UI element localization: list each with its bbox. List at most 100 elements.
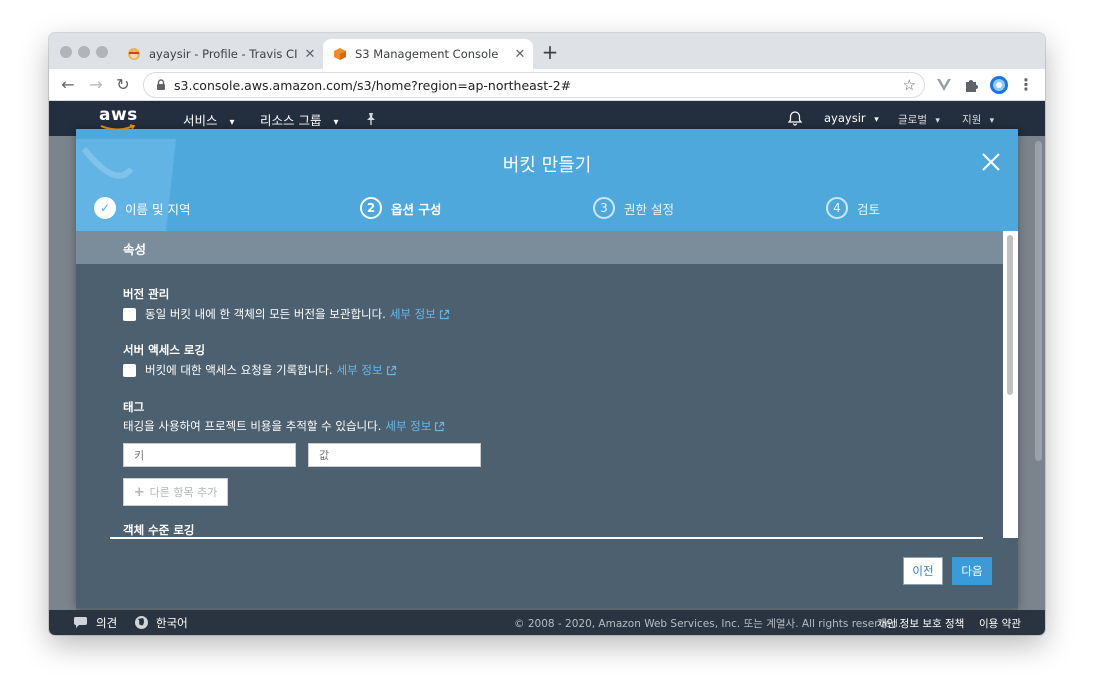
- versioning-checkbox[interactable]: [123, 307, 136, 321]
- step-name-region[interactable]: ✓ 이름 및 지역: [94, 197, 190, 219]
- chevron-down-icon: ▾: [935, 116, 940, 126]
- resource-groups-label: 리소스 그룹: [260, 113, 322, 128]
- aws-cube-favicon-icon: [334, 48, 346, 60]
- step-configure-options[interactable]: 2 옵션 구성: [360, 197, 441, 219]
- close-icon[interactable]: ✕: [301, 47, 319, 62]
- close-window-button[interactable]: [60, 46, 72, 58]
- access-logging-details-link[interactable]: 세부 정보: [337, 362, 383, 378]
- tags-description-row: 태깅을 사용하여 프로젝트 비용을 추적할 수 있습니다. 세부 정보: [123, 418, 445, 434]
- profile-avatar-icon[interactable]: [989, 75, 1009, 95]
- tab-travis[interactable]: ayaysir - Profile - Travis CI ✕: [117, 39, 323, 69]
- vue-devtools-icon[interactable]: [934, 75, 954, 95]
- step-label: 이름 및 지역: [125, 201, 191, 217]
- chevron-down-icon: ▾: [874, 115, 879, 125]
- aws-logo-text: aws: [99, 105, 138, 125]
- tag-value-input[interactable]: [308, 443, 481, 467]
- modal-title: 버킷 만들기: [502, 155, 592, 176]
- travis-favicon-icon: [128, 48, 140, 60]
- external-link-icon: [386, 365, 396, 375]
- account-menu[interactable]: ayaysir ▾: [824, 111, 879, 125]
- access-logging-label: 서버 액세스 로깅: [123, 343, 206, 357]
- chevron-down-icon: ▾: [229, 117, 235, 128]
- modal-scrollbar[interactable]: [1003, 231, 1018, 538]
- step-number: 2: [360, 197, 382, 219]
- scrollbar-thumb[interactable]: [1007, 235, 1013, 395]
- page-overlay-left: [49, 136, 76, 610]
- region-menu[interactable]: 글로벌 ▾: [898, 112, 940, 127]
- chevron-down-icon: ▾: [989, 116, 995, 126]
- notification-bell-icon[interactable]: [787, 110, 803, 127]
- properties-section-header[interactable]: 속성: [76, 231, 1003, 264]
- step-review[interactable]: 4 검토: [826, 197, 880, 219]
- chevron-down-icon: ▾: [333, 117, 339, 128]
- support-menu[interactable]: 지원 ▾: [962, 112, 994, 127]
- address-bar[interactable]: s3.console.aws.amazon.com/s3/home?region…: [143, 72, 925, 98]
- language-selector[interactable]: 한국어: [156, 615, 188, 631]
- access-logging-row: 버킷에 대한 액세스 요청을 기록합니다. 세부 정보: [123, 362, 397, 378]
- add-tag-label: 다른 항목 추가: [149, 486, 218, 499]
- minimize-window-button[interactable]: [78, 46, 90, 58]
- external-link-icon: [435, 421, 445, 431]
- tags-label: 태그: [123, 400, 145, 414]
- tab-title: S3 Management Console: [355, 47, 499, 61]
- external-link-icon: [439, 309, 449, 319]
- tab-title: ayaysir - Profile - Travis CI: [149, 47, 298, 61]
- access-logging-checkbox[interactable]: [123, 363, 136, 377]
- bookmark-star-icon[interactable]: ☆: [903, 76, 916, 94]
- services-menu[interactable]: 서비스 ▾: [183, 110, 235, 129]
- tab-strip: ayaysir - Profile - Travis CI ✕ S3 Manag…: [49, 33, 1045, 69]
- account-label: ayaysir: [824, 111, 866, 125]
- region-label: 글로벌: [898, 114, 927, 126]
- step-number: 3: [593, 197, 615, 219]
- previous-button[interactable]: 이전: [903, 557, 943, 585]
- feedback-link[interactable]: 의견: [96, 615, 117, 631]
- new-tab-button[interactable]: +: [539, 42, 561, 64]
- console-footer: 의견 한국어 © 2008 - 2020, Amazon Web Service…: [49, 610, 1045, 635]
- next-button[interactable]: 다음: [952, 557, 992, 585]
- check-icon: ✓: [94, 197, 116, 219]
- step-number: 4: [826, 197, 848, 219]
- plus-icon: +: [133, 484, 145, 500]
- close-icon[interactable]: [980, 151, 1002, 173]
- copyright-text: © 2008 - 2020, Amazon Web Services, Inc.…: [514, 618, 902, 630]
- lock-icon: [157, 79, 165, 90]
- versioning-row: 동일 버킷 내에 한 객체의 모든 버전을 보관합니다. 세부 정보: [123, 306, 450, 322]
- browser-toolbar: ← → ↻ s3.console.aws.amazon.com/s3/home?…: [49, 69, 1045, 101]
- terms-link[interactable]: 이용 약관: [979, 616, 1021, 631]
- add-tag-button[interactable]: + 다른 항목 추가: [123, 478, 228, 506]
- close-icon[interactable]: ✕: [511, 47, 529, 62]
- page-scrollbar[interactable]: [1035, 141, 1042, 461]
- reload-icon[interactable]: ↻: [112, 74, 134, 96]
- section-divider: [110, 537, 983, 539]
- feedback-bubble-icon: [74, 616, 87, 628]
- services-label: 서비스: [183, 113, 218, 128]
- object-logging-label: 객체 수준 로깅: [123, 523, 195, 537]
- resource-groups-menu[interactable]: 리소스 그룹 ▾: [260, 110, 339, 129]
- step-set-permissions[interactable]: 3 권한 설정: [593, 197, 674, 219]
- versioning-details-link[interactable]: 세부 정보: [390, 306, 436, 322]
- aws-logo[interactable]: aws: [99, 105, 138, 131]
- tags-description: 태깅을 사용하여 프로젝트 비용을 추적할 수 있습니다.: [123, 419, 382, 433]
- tag-key-input[interactable]: [123, 443, 296, 467]
- menu-dots-icon[interactable]: ⋮: [1015, 74, 1037, 96]
- maximize-window-button[interactable]: [96, 46, 108, 58]
- step-label: 옵션 구성: [391, 201, 442, 217]
- url-text: s3.console.aws.amazon.com/s3/home?region…: [174, 78, 572, 93]
- section-title: 속성: [123, 242, 147, 257]
- extensions-puzzle-icon[interactable]: [961, 75, 981, 95]
- support-label: 지원: [962, 114, 982, 126]
- privacy-policy-link[interactable]: 개인 정보 보호 정책: [877, 616, 964, 631]
- tab-s3-console[interactable]: S3 Management Console ✕: [323, 39, 533, 69]
- versioning-label: 버전 관리: [123, 287, 170, 301]
- versioning-description: 동일 버킷 내에 한 객체의 모든 버전을 보관합니다.: [145, 307, 386, 321]
- pin-icon[interactable]: [364, 112, 378, 126]
- modal-header: 버킷 만들기 ✓ 이름 및 지역 2 옵션 구성 3 권한 설정 4 검토: [76, 129, 1018, 231]
- forward-arrow-icon[interactable]: →: [85, 74, 107, 96]
- browser-window: ayaysir - Profile - Travis CI ✕ S3 Manag…: [49, 33, 1045, 635]
- tags-details-link[interactable]: 세부 정보: [385, 418, 431, 434]
- back-arrow-icon[interactable]: ←: [57, 74, 79, 96]
- step-label: 권한 설정: [624, 201, 674, 217]
- globe-icon: [135, 616, 148, 629]
- step-label: 검토: [857, 201, 881, 217]
- access-logging-description: 버킷에 대한 액세스 요청을 기록합니다.: [145, 363, 333, 377]
